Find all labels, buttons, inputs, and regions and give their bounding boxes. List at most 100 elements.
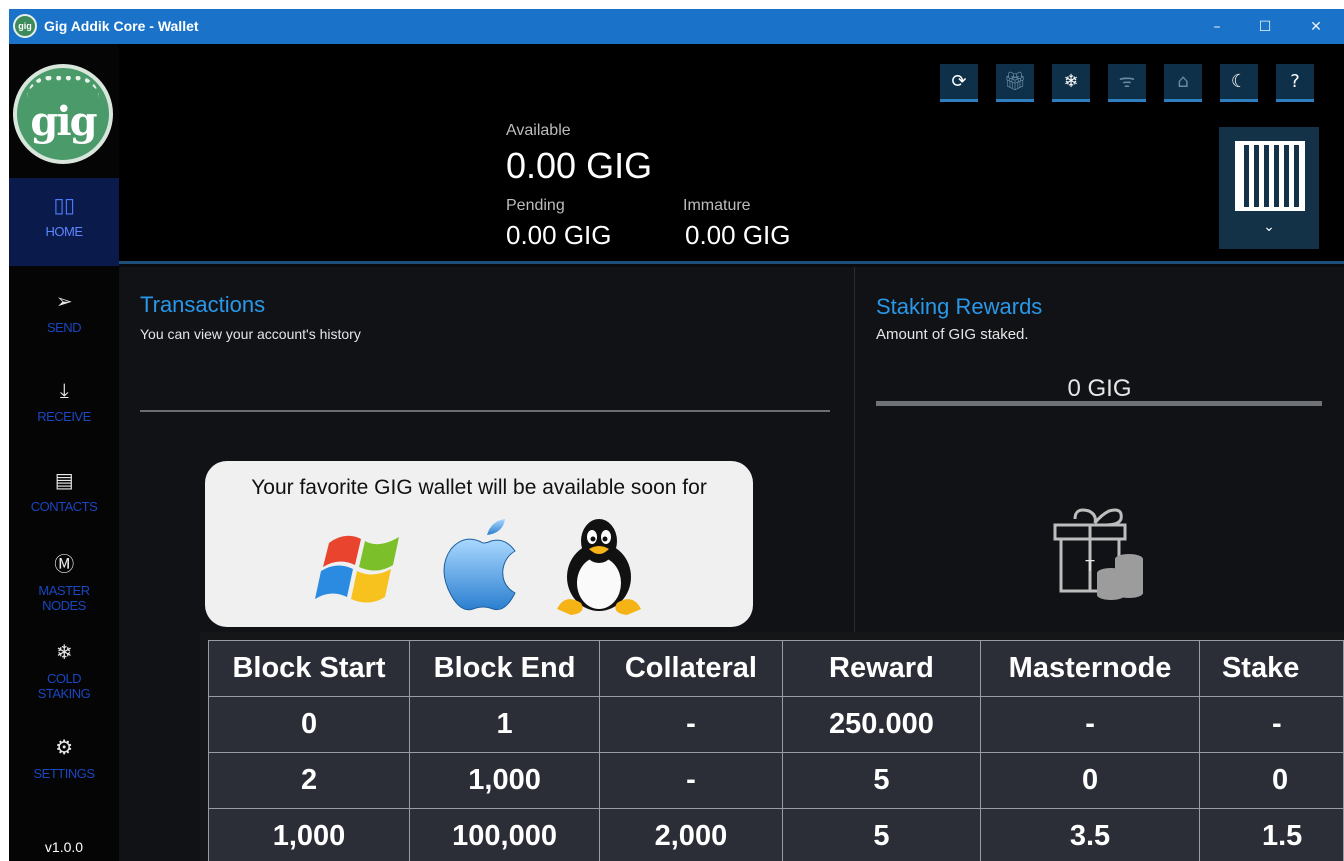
svg-text:T: T bbox=[1085, 558, 1095, 575]
window-title: Gig Addik Core - Wallet bbox=[44, 18, 199, 34]
transactions-subtitle: You can view your account's history bbox=[140, 326, 361, 342]
app-icon: gig bbox=[13, 14, 37, 38]
column-header: Block End bbox=[409, 640, 601, 697]
staking-title: Staking Rewards bbox=[876, 294, 1043, 319]
available-balance: 0.00 GIG bbox=[506, 145, 653, 186]
sidebar-item-receive[interactable]: ⤓ RECEIVE bbox=[9, 377, 119, 424]
table-cell: 2,000 bbox=[599, 808, 783, 861]
table-cell: 0 bbox=[207, 696, 411, 753]
theme-toggle-button[interactable]: ☾ bbox=[1220, 64, 1258, 102]
balance-header: Available 0.00 GIG Pending 0.00 GIG Imma… bbox=[119, 44, 1344, 264]
wallet-window: gig Gig Addik Core - Wallet – ☐ ✕ gig ▯▯… bbox=[9, 9, 1344, 861]
table-row: 2 1,000 - 5 0 0 bbox=[207, 752, 1344, 809]
table-cell: - bbox=[1198, 696, 1344, 753]
windows-logo-icon bbox=[315, 535, 399, 603]
table-cell: 5 bbox=[781, 752, 982, 809]
unlock-icon: ⌂ bbox=[1177, 71, 1189, 92]
table-cell: 0 bbox=[980, 752, 1200, 809]
reward-schedule-table: Block Start Block End Collateral Reward … bbox=[200, 632, 1344, 861]
column-header: Stake bbox=[1198, 640, 1344, 697]
sync-button[interactable]: ⟳ bbox=[940, 64, 978, 102]
send-icon: ➢ bbox=[55, 289, 73, 313]
sidebar-item-label: MASTER NODES bbox=[38, 583, 90, 613]
moon-icon: ☾ bbox=[1230, 71, 1248, 92]
table-cell: 100,000 bbox=[409, 808, 601, 861]
gift-icon: 🎁︎ bbox=[1003, 71, 1027, 92]
sync-icon: ⟳ bbox=[951, 71, 967, 92]
sidebar-item-label: SEND bbox=[46, 320, 82, 335]
logo-cog-ornament bbox=[27, 76, 99, 98]
table-cell: - bbox=[599, 752, 783, 809]
snowflake-icon: ❄ bbox=[55, 640, 73, 664]
logo-text: gig bbox=[30, 98, 97, 145]
staking-progress-bar bbox=[876, 401, 1322, 406]
qr-code-icon bbox=[1235, 141, 1305, 211]
sidebar-item-label: RECEIVE bbox=[37, 409, 91, 424]
table-cell: 5 bbox=[781, 808, 982, 861]
sidebar: gig ▯▯ HOME ➢ SEND ⤓ RECEIVE ▤ CONTACTS … bbox=[9, 44, 119, 861]
gear-icon: ⚙ bbox=[55, 735, 73, 759]
linux-tux-icon bbox=[557, 519, 641, 615]
sidebar-item-home[interactable]: ▯▯ HOME bbox=[9, 178, 119, 266]
column-header: Reward bbox=[781, 640, 982, 697]
download-icon: ⤓ bbox=[59, 378, 69, 402]
pending-label: Pending bbox=[506, 197, 565, 214]
table-cell: - bbox=[980, 696, 1200, 753]
table-header-row: Block Start Block End Collateral Reward … bbox=[207, 640, 1344, 697]
sidebar-item-masternodes[interactable]: Ⓜ MASTER NODES bbox=[9, 551, 119, 613]
immature-label: Immature bbox=[683, 197, 751, 214]
staking-subtitle: Amount of GIG staked. bbox=[876, 326, 1029, 343]
gift-button[interactable]: 🎁︎ bbox=[996, 64, 1034, 102]
table-row: 0 1 - 250.000 - - bbox=[207, 696, 1344, 753]
help-button[interactable]: ? bbox=[1276, 64, 1314, 102]
gig-logo: gig bbox=[13, 64, 113, 164]
table-cell: 2 bbox=[207, 752, 411, 809]
coming-soon-banner: Your favorite GIG wallet will be availab… bbox=[205, 461, 753, 627]
sidebar-item-label: CONTACTS bbox=[30, 499, 98, 514]
immature-balance: 0.00 GIG bbox=[685, 220, 791, 250]
coming-soon-text: Your favorite GIG wallet will be availab… bbox=[251, 476, 707, 499]
sidebar-item-label: COLD STAKING bbox=[37, 671, 91, 701]
chevron-down-icon: ⌄ bbox=[1263, 219, 1275, 235]
network-button[interactable]: ᯤ bbox=[1108, 64, 1146, 102]
table-cell: 250.000 bbox=[781, 696, 982, 753]
table-cell: 1 bbox=[409, 696, 601, 753]
table-cell: - bbox=[599, 696, 783, 753]
reward-table: Block Start Block End Collateral Reward … bbox=[207, 640, 1344, 861]
available-label: Available bbox=[506, 122, 571, 139]
column-header: Collateral bbox=[599, 640, 783, 697]
qr-code-button[interactable]: ⌄ bbox=[1219, 127, 1319, 249]
sidebar-item-cold-staking[interactable]: ❄ COLD STAKING bbox=[9, 639, 119, 701]
wifi-icon: ᯤ bbox=[1118, 71, 1136, 92]
maximize-button[interactable]: ☐ bbox=[1253, 16, 1277, 38]
title-bar[interactable]: gig Gig Addik Core - Wallet – ☐ ✕ bbox=[9, 9, 1344, 44]
column-header: Block Start bbox=[207, 640, 411, 697]
home-grid-icon: ▯▯ bbox=[53, 193, 75, 217]
close-button[interactable]: ✕ bbox=[1304, 16, 1328, 38]
masternode-icon: Ⓜ bbox=[54, 552, 74, 576]
divider bbox=[140, 410, 830, 412]
table-cell: 3.5 bbox=[980, 808, 1200, 861]
table-cell: 1,000 bbox=[409, 752, 601, 809]
snowflake-icon: ❄ bbox=[1063, 71, 1079, 92]
contacts-book-icon: ▤ bbox=[54, 468, 74, 492]
lock-button[interactable]: ⌂ bbox=[1164, 64, 1202, 102]
column-header: Masternode bbox=[980, 640, 1200, 697]
cold-staking-button[interactable]: ❄ bbox=[1052, 64, 1090, 102]
table-cell: 0 bbox=[1198, 752, 1344, 809]
sidebar-item-label: HOME bbox=[45, 224, 84, 239]
sidebar-item-send[interactable]: ➢ SEND bbox=[9, 288, 119, 335]
pending-balance: 0.00 GIG bbox=[506, 220, 612, 250]
sidebar-item-settings[interactable]: ⚙ SETTINGS bbox=[9, 734, 119, 781]
apple-logo-icon bbox=[443, 519, 516, 611]
sidebar-item-contacts[interactable]: ▤ CONTACTS bbox=[9, 467, 119, 514]
transactions-title: Transactions bbox=[140, 292, 266, 317]
version-label: v1.0.0 bbox=[44, 839, 84, 855]
table-cell: 1.5 bbox=[1198, 808, 1344, 861]
table-cell: 1,000 bbox=[207, 808, 411, 861]
sidebar-item-label: SETTINGS bbox=[33, 766, 95, 781]
table-row: 1,000 100,000 2,000 5 3.5 1.5 bbox=[207, 808, 1344, 861]
staked-amount: 0 GIG bbox=[1067, 375, 1132, 402]
minimize-button[interactable]: – bbox=[1205, 16, 1229, 38]
help-icon: ? bbox=[1290, 71, 1300, 92]
